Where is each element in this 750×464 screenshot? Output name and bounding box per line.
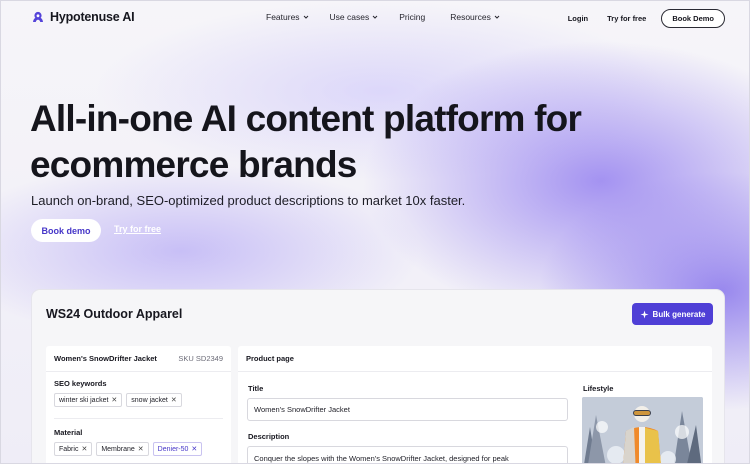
material-chip[interactable]: Membrane ✕ [96, 442, 149, 456]
bulk-generate-button[interactable]: Bulk generate [632, 303, 713, 325]
material-chip-label: Membrane [101, 445, 135, 453]
top-nav: Hypotenuse AI Features Use cases Pricing… [1, 1, 749, 35]
material-chip-label: Fabric [59, 445, 79, 453]
material-label: Material [54, 428, 83, 437]
try-for-free-hero-link[interactable]: Try for free [114, 224, 161, 234]
keyword-chip[interactable]: winter ski jacket ✕ [54, 393, 123, 407]
close-icon[interactable]: ✕ [81, 445, 87, 453]
product-page-heading: Product page [238, 346, 712, 372]
seo-keywords-label: SEO keywords [54, 379, 107, 388]
sparkle-icon [639, 309, 649, 319]
nav-item-label: Resources [450, 12, 491, 22]
nav-item-use-cases[interactable]: Use cases [330, 12, 379, 22]
hero-subtitle: Launch on-brand, SEO-optimized product d… [31, 193, 466, 208]
description-field[interactable]: Conquer the slopes with the Women's Snow… [247, 446, 568, 463]
chevron-down-icon [372, 15, 378, 19]
lifestyle-image [582, 397, 703, 463]
hero-title-line-2: ecommerce brands [30, 144, 357, 185]
product-page-panel: Product page Title Women's SnowDrifter J… [238, 346, 712, 463]
nav-item-label: Pricing [399, 12, 426, 22]
seo-keyword-chips: winter ski jacket ✕ snow jacket ✕ [54, 393, 223, 407]
nav-item-label: Features [266, 12, 300, 22]
hero-title: All-in-one AI content platform for ecomm… [30, 96, 670, 188]
product-demo-card: WS24 Outdoor Apparel Bulk generate Women… [31, 289, 725, 463]
book-demo-nav-button[interactable]: Book Demo [661, 9, 725, 28]
description-field-value: Conquer the slopes with the Women's Snow… [254, 454, 509, 463]
description-label: Description [248, 432, 290, 441]
product-name: Women's SnowDrifter Jacket [54, 354, 157, 363]
hero-title-line-1: All-in-one AI content platform for [30, 98, 582, 139]
product-attributes-panel: Women's SnowDrifter Jacket SKU SD2349 SE… [46, 346, 231, 463]
lifestyle-label: Lifestyle [583, 384, 614, 393]
keyword-chip[interactable]: snow jacket ✕ [126, 393, 182, 407]
close-icon[interactable]: ✕ [191, 445, 197, 453]
material-section: Material Fabric ✕ Membrane ✕ Denier-50 ✕ [46, 419, 231, 456]
login-link[interactable]: Login [568, 14, 588, 23]
catalog-title: WS24 Outdoor Apparel [46, 307, 183, 321]
material-chip[interactable]: Fabric ✕ [54, 442, 93, 456]
keyword-chip-label: snow jacket [131, 396, 168, 404]
title-field-value: Women's SnowDrifter Jacket [254, 405, 350, 414]
hypotenuse-logo-icon [33, 11, 43, 22]
nav-item-label: Use cases [329, 12, 370, 22]
keyword-chip-label: winter ski jacket [59, 396, 109, 404]
nav-actions: Login Try for free Book Demo [568, 9, 725, 28]
seo-keywords-section: SEO keywords winter ski jacket ✕ snow ja… [46, 372, 231, 419]
material-chip[interactable]: Denier-50 ✕ [152, 442, 203, 456]
product-sku: SKU SD2349 [178, 354, 223, 363]
nav-item-features[interactable]: Features [266, 12, 309, 22]
book-demo-button[interactable]: Book demo [31, 219, 101, 242]
page-frame: Hypotenuse AI Features Use cases Pricing… [0, 0, 750, 464]
nav-item-resources[interactable]: Resources [450, 12, 500, 22]
try-for-free-link[interactable]: Try for free [607, 14, 646, 23]
chevron-down-icon [494, 15, 500, 19]
material-chip-label: Denier-50 [157, 445, 189, 453]
brand-name: Hypotenuse AI [50, 10, 135, 24]
title-label: Title [248, 384, 264, 393]
lifestyle-photo [582, 397, 703, 463]
nav-item-pricing[interactable]: Pricing [399, 12, 425, 22]
nav-links: Features Use cases Pricing Resources [266, 12, 521, 22]
title-field[interactable]: Women's SnowDrifter Jacket [247, 398, 568, 421]
product-header: Women's SnowDrifter Jacket SKU SD2349 [46, 346, 231, 372]
bulk-generate-label: Bulk generate [652, 309, 706, 319]
close-icon[interactable]: ✕ [138, 445, 144, 453]
chevron-down-icon [303, 15, 308, 19]
brand-logo[interactable]: Hypotenuse AI [32, 10, 135, 24]
material-chips: Fabric ✕ Membrane ✕ Denier-50 ✕ [54, 442, 223, 456]
close-icon[interactable]: ✕ [171, 396, 177, 404]
close-icon[interactable]: ✕ [111, 396, 117, 404]
